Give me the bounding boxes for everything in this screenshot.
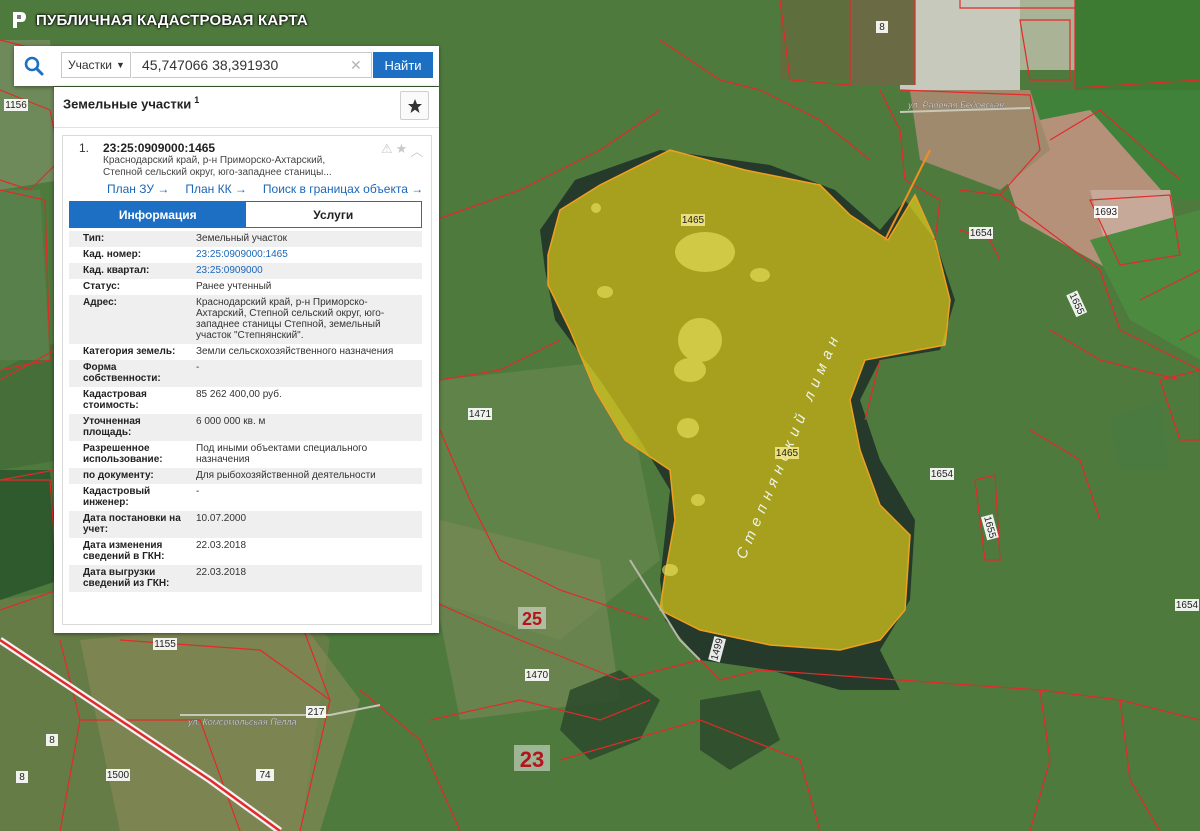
property-value: Земли сельскохозяйственного назначения xyxy=(196,346,394,357)
property-row: Кадастровая стоимость: 85 262 400,00 руб. xyxy=(69,387,422,414)
property-value: - xyxy=(196,362,200,373)
tab-services[interactable]: Услуги xyxy=(245,202,421,227)
property-value: Для рыбохозяйственной деятельности xyxy=(196,470,376,481)
search-in-bounds-link[interactable]: Поиск в границах объекта → xyxy=(263,182,423,196)
parcel-label: 8 xyxy=(879,22,885,33)
road-label: ул. Рабочая Бедовская xyxy=(907,100,1004,110)
parcel-label: 1470 xyxy=(526,670,549,681)
result-actions: ⚠ ★ ︿ xyxy=(381,141,423,160)
results-count: 1 xyxy=(194,95,200,105)
panel-title-text: Земельные участки xyxy=(63,96,192,112)
property-key: Уточненная площадь: xyxy=(83,416,141,438)
app-title: ПУБЛИЧНАЯ КАДАСТРОВАЯ КАРТА xyxy=(10,10,308,30)
property-key: Дата изменения сведений в ГКН: xyxy=(83,540,165,562)
property-row: по документу: Для рыбохозяйственной деяте… xyxy=(69,468,422,484)
result-address: Краснодарский край, р-н Приморско-Ахтарс… xyxy=(103,155,332,178)
tab-info[interactable]: Информация xyxy=(70,202,246,227)
search-icon[interactable] xyxy=(22,54,46,78)
property-row: Категория земель: Земли сельскохозяйствен… xyxy=(69,344,422,360)
property-value: 22.03.2018 xyxy=(196,567,247,578)
property-row: Кад. номер: 23:25:0909000:1465 xyxy=(69,247,422,263)
property-row: Кадастровый инженер: - xyxy=(69,484,422,511)
property-row: Тип: Земельный участок xyxy=(69,231,422,247)
property-value[interactable]: 23:25:0909000 xyxy=(184,265,422,276)
property-key: Кад. номер: xyxy=(83,249,142,260)
parcel-label: 1471 xyxy=(469,409,492,420)
plan-kk-link[interactable]: План КК → xyxy=(185,182,247,196)
property-value: Под иными объектами специального назначе… xyxy=(196,443,368,465)
parcel-label: 1693 xyxy=(1095,207,1118,218)
parcel-label: 1156 xyxy=(5,100,27,111)
result-card: 1. 23:25:0909000:1465 Краснодарский край… xyxy=(62,135,432,625)
search-bar: Участки ▼ ✕ Найти xyxy=(14,46,439,86)
property-key: Дата выгрузки сведений из ГКН: xyxy=(83,567,170,589)
results-panel: Земельные участки 1 1. 23:25:0909000:1465… xyxy=(54,87,439,633)
parcel-label: 1654 xyxy=(1176,600,1199,611)
property-key: Тип: xyxy=(83,233,105,244)
property-value: Земельный участок xyxy=(196,233,288,244)
quarter-label: 25 xyxy=(522,609,542,629)
properties-table: Тип: Земельный участок Кад. номер: 23:25:09… xyxy=(69,231,422,592)
chevron-down-icon: ▼ xyxy=(116,60,125,70)
parcel-label: 1500 xyxy=(107,770,130,781)
property-row: Уточненная площадь: 6 000 000 кв. м xyxy=(69,414,422,441)
property-key: Кадастровый инженер: xyxy=(83,486,151,508)
app-title-text: ПУБЛИЧНАЯ КАДАСТРОВАЯ КАРТА xyxy=(36,11,308,29)
property-value: 22.03.2018 xyxy=(196,540,247,551)
search-input[interactable] xyxy=(132,52,372,78)
property-value: Краснодарский край, р-н Приморско-Ахтарс… xyxy=(196,297,385,341)
property-row: Разрешенное использование: Под иными объе… xyxy=(69,441,422,468)
result-links: План ЗУ → План КК → Поиск в границах объ… xyxy=(107,182,423,196)
quarter-label: 23 xyxy=(520,747,544,772)
panel-header: Земельные участки 1 xyxy=(54,87,439,128)
road-label: ул. Комсомольская Пелла xyxy=(187,717,297,727)
clear-icon[interactable]: ✕ xyxy=(350,58,362,72)
star-icon xyxy=(407,98,422,113)
property-key: Форма собственности: xyxy=(83,362,161,384)
result-tabs: Информация Услуги xyxy=(69,201,422,228)
property-row: Дата выгрузки сведений из ГКН: 22.03.2018 xyxy=(69,565,422,592)
property-row: Адрес: Краснодарский край, р-н Приморско-… xyxy=(69,295,422,344)
property-key: по документу: xyxy=(83,470,154,481)
property-value: 10.07.2000 xyxy=(196,513,247,524)
parcel-label: 1465 xyxy=(682,215,705,226)
property-row: Статус: Ранее учтенный xyxy=(69,279,422,295)
property-value: - xyxy=(196,486,200,497)
property-key: Категория земель: xyxy=(83,346,176,357)
parcel-label: 74 xyxy=(259,770,271,781)
result-index: 1. xyxy=(79,141,90,155)
result-cad-number[interactable]: 23:25:0909000:1465 xyxy=(103,141,215,155)
parcel-label: 217 xyxy=(308,707,325,718)
property-key: Дата постановки на учет: xyxy=(83,513,181,535)
property-row: Дата изменения сведений в ГКН: 22.03.2018 xyxy=(69,538,422,565)
parcel-label: 1654 xyxy=(970,228,993,239)
rosreestr-logo-icon xyxy=(13,12,26,28)
property-value[interactable]: 23:25:0909000:1465 xyxy=(184,249,422,260)
property-row: Форма собственности: - xyxy=(69,360,422,387)
property-value: 85 262 400,00 руб. xyxy=(196,389,282,400)
property-key: Статус: xyxy=(83,281,121,292)
find-button[interactable]: Найти xyxy=(373,52,433,78)
property-row: Дата постановки на учет: 10.07.2000 xyxy=(69,511,422,538)
panel-title: Земельные участки 1 xyxy=(63,95,199,111)
star-icon[interactable]: ★ xyxy=(396,141,408,160)
property-key: Адрес: xyxy=(83,297,117,308)
parcel-label: 1465 xyxy=(776,448,799,459)
chevron-up-icon[interactable]: ︿ xyxy=(410,141,423,160)
parcel-label: 1155 xyxy=(154,639,176,650)
object-type-label: Участки xyxy=(68,58,112,72)
property-key: Кадастровая стоимость: xyxy=(83,389,147,411)
plan-zu-link[interactable]: План ЗУ → xyxy=(107,182,169,196)
warning-icon[interactable]: ⚠ xyxy=(381,141,393,160)
property-value: 6 000 000 кв. м xyxy=(196,416,266,427)
parcel-label: 1654 xyxy=(931,469,954,480)
object-type-select[interactable]: Участки ▼ xyxy=(61,52,131,78)
property-value: Ранее учтенный xyxy=(196,281,272,292)
property-key: Разрешенное использование: xyxy=(83,443,163,465)
parcel-label: 8 xyxy=(19,772,25,783)
property-row: Кад. квартал: 23:25:0909000 xyxy=(69,263,422,279)
property-key: Кад. квартал: xyxy=(83,265,150,276)
favorites-button[interactable] xyxy=(400,91,429,120)
parcel-label: 8 xyxy=(49,735,55,746)
